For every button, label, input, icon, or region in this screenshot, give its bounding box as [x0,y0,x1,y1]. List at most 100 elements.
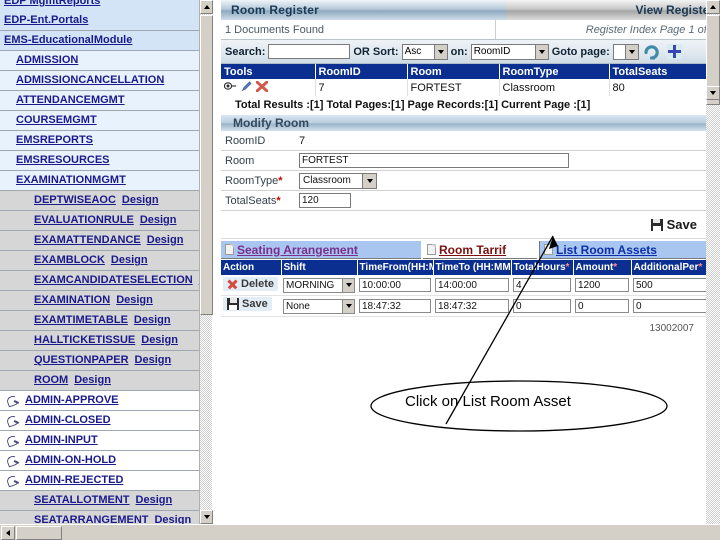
main-scroll-down-button[interactable] [706,86,720,100]
tarrif-grid-header-row: ActionShiftTimeFrom(HH:MM:SS)TimeTo (HH:… [221,260,720,275]
delete-shift-button[interactable]: Delete [223,276,279,291]
pointer-icon [6,475,20,487]
sidebar-item-3[interactable]: ADMISSION [0,51,211,71]
sidebar-item-19[interactable]: ROOM Design [0,371,211,391]
field-input-totalseats[interactable]: 120 [299,193,351,208]
sidebar-item-10[interactable]: DEPTWISEAOC Design [0,191,211,211]
goto-page-select[interactable] [612,43,639,60]
sidebar-item-20[interactable]: ADMIN-APPROVE [0,391,211,411]
sidebar-item-0[interactable]: EDP MgmtReports [0,0,211,11]
sidebar-item-design-link[interactable]: Design [111,251,148,270]
sidebar-item-15[interactable]: EXAMINATION Design [0,291,211,311]
timeto-input[interactable]: 18:47:32 [435,299,509,313]
sidebar-item-21[interactable]: ADMIN-CLOSED [0,411,211,431]
sidebar-item-5[interactable]: ATTENDANCEMGMT [0,91,211,111]
sidebar-item-design-link[interactable]: Design [140,211,177,230]
sidebar-item-label: ATTENDANCEMGMT [16,94,125,106]
sidebar-item-14[interactable]: EXAMCANDIDATESELECTIONDesign [0,271,211,291]
refresh-icon[interactable] [642,42,662,62]
totalhours-input[interactable]: 0 [513,299,571,313]
results-table-header-row: Tools RoomID Room RoomType TotalSeats [221,64,720,79]
tab-list-room-assets-label[interactable]: List Room Assets [556,243,657,257]
shift-select[interactable]: None [283,298,355,314]
sidebar-item-label: COURSEMGMT [16,114,97,126]
pointer-icon [6,395,20,407]
sidebar-item-design-link[interactable]: Design [141,331,178,350]
hscroll-thumb[interactable] [16,526,62,540]
sidebar-item-17[interactable]: HALLTICKETISSUE Design [0,331,211,351]
tab-room-tarrif[interactable]: Room Tarrif [423,241,537,259]
field-select-roomtype[interactable]: Classroom [299,172,377,189]
tab-list-room-assets[interactable]: List Room Assets [539,241,713,259]
sidebar-item-12[interactable]: EXAMATTENDANCE Design [0,231,211,251]
sidebar-vertical-scrollbar[interactable] [199,0,213,524]
tab-room-tarrif-label[interactable]: Room Tarrif [439,243,506,257]
sidebar-scroll-up-button[interactable] [200,0,213,14]
sidebar-item-6[interactable]: COURSEMGMT [0,111,211,131]
tab-seating-arrangement-label[interactable]: Seating Arrangement [237,243,358,257]
sidebar-item-design-link[interactable]: Design [116,291,153,310]
pointer-icon [6,415,20,427]
field-label-roomid: RoomID [225,134,266,147]
main-vertical-scrollbar[interactable] [706,0,720,524]
sidebar-item-1[interactable]: EDP-Ent.Portals [0,11,211,31]
sidebar-item-design-link[interactable]: Design [147,231,184,250]
shift-select-value: None [286,300,310,312]
delete-icon[interactable] [255,80,269,95]
main-scroll-up-button[interactable] [706,0,720,14]
shift-select[interactable]: MORNING [283,277,355,293]
timefrom-input[interactable]: 18:47:32 [359,299,431,313]
sidebar-item-9[interactable]: EXAMINATIONMGMT [0,171,211,191]
sidebar-item-design-link[interactable]: Design [134,311,171,330]
results-col-tools: Tools [221,64,316,79]
sidebar-item-label: ROOM [34,374,69,386]
sidebar-item-design-link[interactable]: Design [154,511,191,524]
sidebar-scroll-down-button[interactable] [200,510,213,524]
sidebar-item-13[interactable]: EXAMBLOCK Design [0,251,211,271]
sidebar-item-8[interactable]: EMSRESOURCES [0,151,211,171]
timefrom-input[interactable]: 10:00:00 [359,278,431,292]
search-input[interactable] [268,44,351,59]
document-icon [225,244,234,255]
timeto-input[interactable]: 14:00:00 [435,278,509,292]
amount-input[interactable]: 1200 [575,278,629,292]
sidebar-item-4[interactable]: ADMISSIONCANCELLATION [0,71,211,91]
sidebar-item-18[interactable]: QUESTIONPAPER Design [0,351,211,371]
tarrif-timefrom-cell: 10:00:00 [357,275,433,296]
amount-input[interactable]: 0 [575,299,629,313]
sidebar-item-25[interactable]: SEATALLOTMENT Design [0,491,211,511]
sidebar-item-design-link[interactable]: Design [135,351,172,370]
sidebar-item-26[interactable]: SEATARRANGEMENT Design [0,511,211,524]
sort-field-select[interactable]: RoomID [470,43,549,60]
sidebar-item-design-link[interactable]: Design [136,491,173,510]
sidebar-item-7[interactable]: EMSREPORTS [0,131,211,151]
save-room-button[interactable]: Save [646,216,702,233]
sidebar-item-22[interactable]: ADMIN-INPUT [0,431,211,451]
tab-seating-arrangement[interactable]: Seating Arrangement [221,241,421,259]
sidebar-item-24[interactable]: ADMIN-REJECTED [0,471,211,491]
sidebar-item-design-link[interactable]: Design [74,371,111,390]
search-toolbar: Search: OR Sort: Asc on: RoomID Goto pag… [221,40,720,64]
view-icon[interactable] [223,81,237,94]
sidebar-item-16[interactable]: EXAMTIMETABLE Design [0,311,211,331]
add-new-icon[interactable] [665,42,685,62]
sidebar-item-2[interactable]: EMS-EducationalModule [0,31,211,51]
sidebar-item-11[interactable]: EVALUATIONRULE Design [0,211,211,231]
sidebar-scroll-thumb[interactable] [200,15,213,315]
hscroll-left-button[interactable] [1,526,15,540]
page-horizontal-scrollbar[interactable] [0,524,720,540]
additionalper-input[interactable]: 500 [633,278,718,292]
save-icon [650,218,663,231]
edit-icon[interactable] [241,81,252,95]
field-input-room[interactable]: FORTEST [299,153,569,168]
sidebar-item-design-link[interactable]: Design [122,191,159,210]
results-col-roomid: RoomID [315,64,408,79]
register-index-text: Register Index Page 1 of 1 [585,23,716,36]
sidebar-item-23[interactable]: ADMIN-ON-HOLD [0,451,211,471]
sidebar-item-label: SEATALLOTMENT [34,494,130,506]
sort-direction-select[interactable]: Asc [401,43,448,60]
save-shift-button[interactable]: Save [223,297,272,311]
totalhours-input[interactable]: 4 [513,278,571,292]
panel-subheader: 1 Documents Found Register Index Page 1 … [221,20,720,40]
additionalper-input[interactable]: 0 [633,299,718,313]
